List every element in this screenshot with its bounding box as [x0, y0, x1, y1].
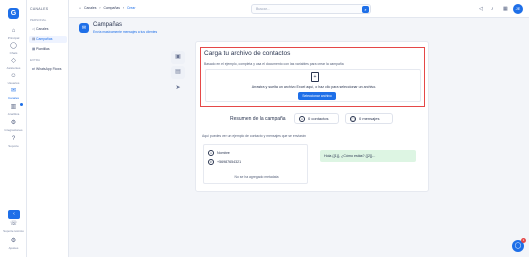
users-icon: ☺	[10, 73, 17, 79]
user-icon: ☺	[299, 115, 305, 122]
contacts-count: ☺ 0 contactos	[294, 113, 339, 124]
chat-icon: ◯	[514, 243, 522, 249]
message-icon: ◯	[350, 115, 356, 122]
summary-title: Resumen de la campaña	[230, 116, 286, 122]
step-send-icon[interactable]: ➤	[171, 82, 185, 95]
help-icon: ?	[11, 136, 16, 142]
section-personal: PERSONAL	[30, 18, 47, 22]
sidebar-item-plantillas[interactable]: ▦Plantillas	[29, 46, 67, 53]
dropzone-text: Arrastra y suelta un archivo Excel aquí,…	[251, 85, 377, 89]
top-bar: ⌂ Canales › Campañas › Crear Buscar... ⌕…	[69, 0, 529, 18]
megaphone-icon[interactable]: ◁	[479, 6, 483, 12]
rail-item-principal[interactable]: ⌂ Principal	[0, 28, 27, 40]
headset-icon: ☏	[10, 221, 18, 227]
contact-name-row: ☺ Nombre	[208, 150, 230, 156]
integrations-icon: ⚙	[10, 120, 17, 126]
contact-preview: ☺ Nombre ✆ +56987654321 No se ha agregado …	[203, 144, 308, 184]
home-icon: ⌂	[11, 28, 16, 34]
chat-icon: ◯	[10, 43, 17, 49]
upload-section: Carga tu archivo de contactos Basado en …	[200, 47, 425, 107]
rail-item-canales[interactable]: ✉ Canales	[0, 88, 27, 100]
contact-phone-row: ✆ +56987654321	[208, 159, 242, 165]
analytics-icon: ▥	[10, 104, 17, 110]
app-logo[interactable]: G	[8, 8, 19, 19]
breadcrumb: ⌂ Canales › Campañas › Crear	[79, 6, 137, 10]
breadcrumb-canales[interactable]: Canales	[84, 6, 96, 10]
upload-description: Basado en el ejemplo, completa y usa el …	[204, 62, 344, 66]
step-upload-icon[interactable]: ▣	[171, 51, 185, 64]
rail-item-support-tech[interactable]: ☏ Soporte técnico	[0, 221, 27, 233]
robot-icon: ◇	[11, 58, 16, 64]
phone-icon: ✆	[208, 159, 214, 165]
file-dropzone[interactable]: + Arrastra y suelta un archivo Excel aqu…	[205, 69, 421, 102]
messages-count: ◯ 0 mensajes	[345, 113, 393, 124]
page-subtitle: Envía masivamente mensajes a tus cliente…	[93, 30, 158, 34]
notification-badge: 1	[521, 238, 526, 243]
chevron-right-icon: ›	[99, 6, 101, 10]
breadcrumb-campanas[interactable]: Campañas	[104, 6, 120, 10]
rail-item-settings[interactable]: ⚙ Ajustes	[0, 238, 27, 250]
rail-item-chats[interactable]: ◯ Chats	[0, 43, 27, 55]
collapse-button[interactable]: ‹	[8, 210, 20, 219]
section-extra: EXTRA	[30, 58, 41, 62]
gear-icon: ⚙	[10, 238, 17, 244]
step-file-icon[interactable]: ▤	[171, 66, 185, 79]
upload-title: Carga tu archivo de contactos	[204, 50, 291, 57]
campaign-header-icon: ✉	[79, 23, 89, 33]
chevron-right-icon: ›	[122, 6, 125, 10]
file-upload-icon: +	[311, 72, 319, 82]
breadcrumb-crear: Crear	[126, 6, 136, 10]
rail-item-usuarios[interactable]: ☺ Usuarios	[0, 73, 27, 85]
search-input[interactable]: Buscar... ⌕	[251, 4, 371, 14]
grid-icon[interactable]: ▦	[503, 6, 508, 12]
select-file-button[interactable]: Seleccionar archivo	[298, 92, 336, 100]
rail-item-soporte[interactable]: ? Soporte	[0, 136, 27, 148]
bell-icon[interactable]: ♪	[491, 6, 494, 12]
preview-note: Aquí puedes ver un ejemplo de contacto y…	[202, 134, 306, 138]
rail-item-asistentes[interactable]: ◇ Asistentes	[0, 58, 27, 70]
search-icon[interactable]: ⌕	[362, 6, 369, 13]
message-preview: Hola {{1}}, ¿Cómo estás? {{2}}...	[320, 150, 416, 162]
breadcrumb-home-icon[interactable]: ⌂	[79, 6, 81, 10]
chat-support-button[interactable]: ◯ 1	[512, 238, 526, 252]
megaphone-icon: ✉	[10, 88, 17, 94]
secondary-sidebar: CANALES PERSONAL ◁Canales ▤Campañas ▦Pla…	[27, 0, 69, 257]
avatar[interactable]: JE	[513, 4, 523, 14]
rail-item-analitica[interactable]: ▥ Analítica	[0, 104, 27, 116]
sidebar-header: CANALES	[30, 7, 49, 11]
no-metadata-text: No se ha agregado metadata	[234, 175, 279, 179]
page-title: Campañas	[93, 22, 123, 28]
sidebar-item-whatsapp-flows[interactable]: ⇄WhatsApp Flows	[29, 66, 67, 73]
sidebar-item-campanas[interactable]: ▤Campañas	[29, 36, 67, 43]
rail-item-integraciones[interactable]: ⚙ Integraciones	[0, 120, 27, 132]
main-rail: G ⌂ Principal ◯ Chats ◇ Asistentes ☺ Usu…	[0, 0, 27, 257]
sidebar-item-canales[interactable]: ◁Canales	[29, 26, 67, 33]
user-icon: ☺	[208, 150, 214, 156]
